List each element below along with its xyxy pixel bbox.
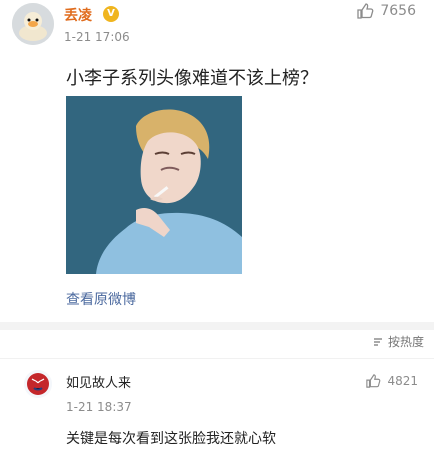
comment-text: 关键是每次看到这张脸我还就心软 xyxy=(66,431,276,447)
sort-icon xyxy=(373,337,382,346)
post-card: 丢凌 V 7656 1-21 17:06 小李子系列头像难道不该上榜？ 查看原微… xyxy=(0,0,434,322)
sort-by-hotness-button[interactable]: 按热度 xyxy=(372,333,424,350)
vip-badge-icon: V xyxy=(103,6,119,22)
comment-username[interactable]: 如见故人来 xyxy=(66,372,131,391)
view-original-link[interactable]: 查看原微博 xyxy=(66,289,136,309)
post-like-button[interactable]: 7656 xyxy=(356,3,416,19)
comment-thumbs-up-icon xyxy=(366,374,381,388)
duck-avatar-icon xyxy=(12,3,54,45)
sort-label: 按热度 xyxy=(387,335,424,349)
comments-sort-row: 按热度 xyxy=(0,330,434,359)
comment-like-count: 4821 xyxy=(387,374,418,388)
post-username[interactable]: 丢凌 xyxy=(64,5,92,25)
post-image[interactable] xyxy=(66,96,242,274)
thumbs-up-icon xyxy=(357,3,374,19)
post-text: 小李子系列头像难道不该上榜？ xyxy=(66,68,318,89)
post-timestamp: 1-21 17:06 xyxy=(64,30,130,44)
comment-like-button[interactable]: 4821 xyxy=(365,374,418,388)
comment-timestamp: 1-21 18:37 xyxy=(66,400,132,414)
user-avatar[interactable] xyxy=(12,3,54,45)
comment-avatar[interactable] xyxy=(24,370,52,398)
post-like-count: 7656 xyxy=(380,3,416,19)
section-divider xyxy=(0,322,434,330)
spiderman-avatar-icon xyxy=(24,370,52,398)
comment-item: 如见故人来 4821 1-21 18:37 关键是每次看到这张脸我还就心软 xyxy=(0,358,434,456)
portrait-image xyxy=(66,96,242,274)
